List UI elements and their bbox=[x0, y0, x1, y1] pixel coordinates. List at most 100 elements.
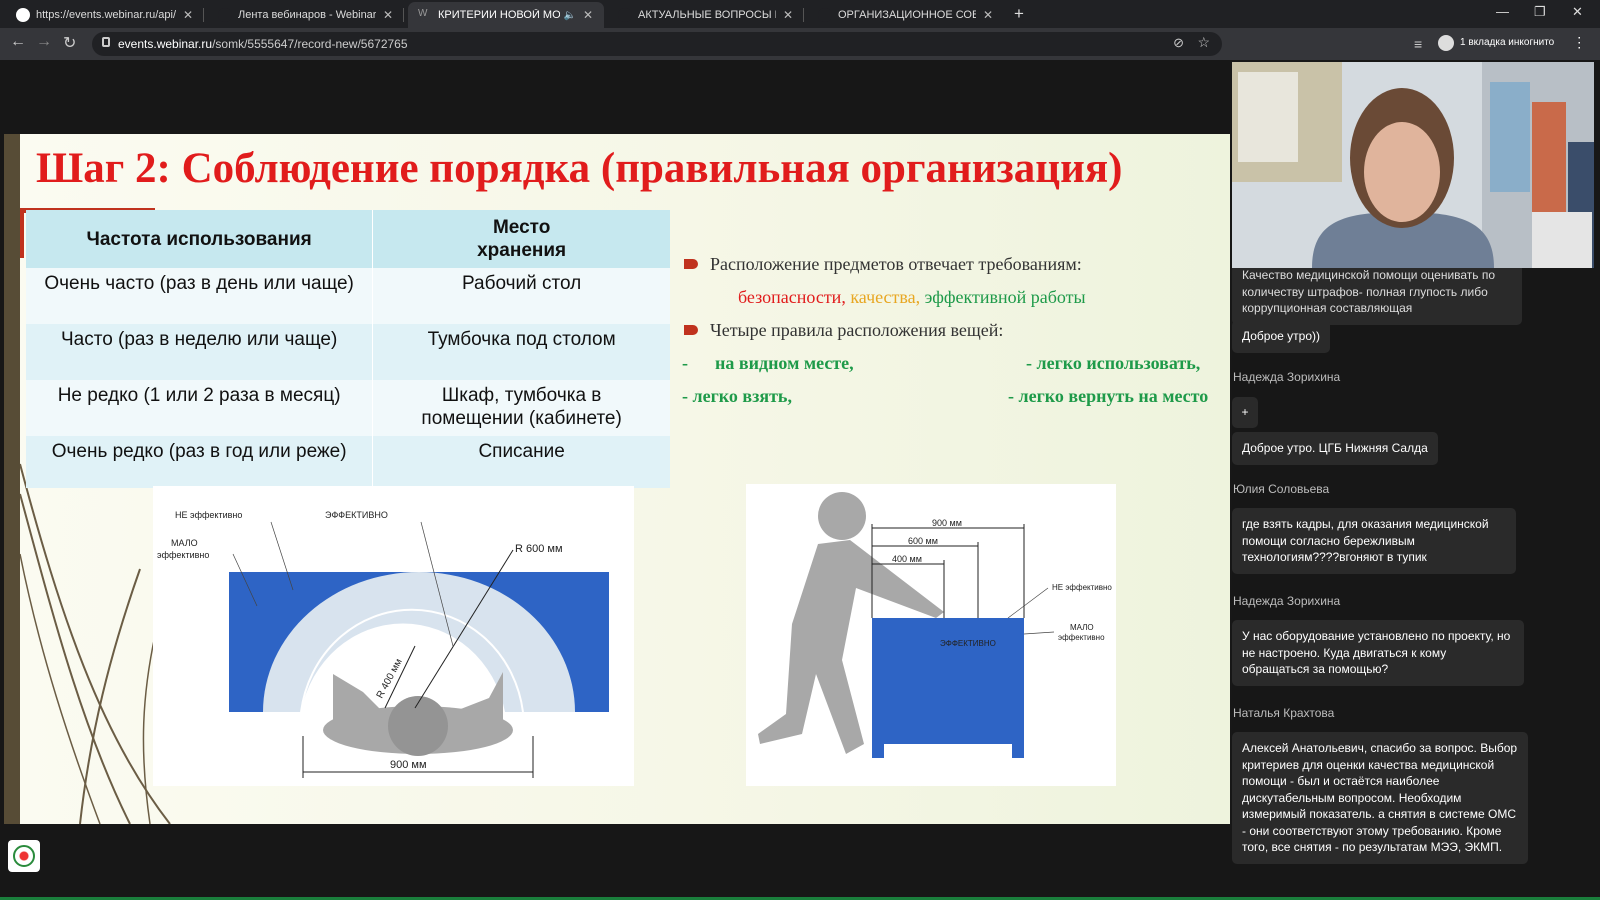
desk-top-view-diagram: 900 мм R 400 мм R 600 мм НЕ эффективно Э… bbox=[153, 486, 634, 786]
chat-author: Наталья Крахтова bbox=[1233, 706, 1335, 720]
incognito-icon bbox=[1438, 34, 1454, 51]
chat-author: Надежда Зорихина bbox=[1233, 594, 1341, 608]
speaker-icon[interactable]: 🔈 bbox=[564, 10, 576, 21]
dim-400-label: 400 мм bbox=[892, 554, 922, 564]
reload-icon[interactable]: ↻ bbox=[63, 33, 76, 53]
url-path: /somk/5555647/record-new/5672765 bbox=[212, 37, 408, 51]
low-effective-label2: эффективно bbox=[157, 550, 209, 560]
rule-easy-return: - легко вернуть на место bbox=[1008, 386, 1209, 406]
chat-message: Доброе утро. ЦГБ Нижняя Салда bbox=[1232, 432, 1438, 465]
not-effective-label: НЕ эффективно bbox=[175, 510, 242, 520]
logo-emblem-icon bbox=[13, 845, 35, 867]
low-effective-label: МАЛО bbox=[171, 538, 198, 548]
bullet-requirements: Расположение предметов отвечает требован… bbox=[684, 254, 1082, 275]
table-cell: Очень часто (раз в день или чаще) bbox=[26, 268, 373, 324]
side-effective-label: ЭФФЕКТИВНО bbox=[940, 639, 996, 648]
media-control-icon[interactable]: ≡ bbox=[1414, 36, 1422, 52]
presentation-slide: Шаг 2: Соблюдение порядка (правильная ор… bbox=[4, 134, 1230, 824]
arrow-bullet-icon bbox=[684, 259, 698, 269]
table-row: Очень часто (раз в день или чаще) Рабочи… bbox=[26, 268, 670, 324]
dim-900-label: 900 мм bbox=[932, 518, 962, 528]
close-tab-icon[interactable]: ✕ bbox=[782, 8, 794, 22]
requirements-list: безопасности, качества, эффективной рабо… bbox=[738, 287, 1086, 308]
player-bottom-area bbox=[0, 824, 1232, 900]
tab-title: ОРГАНИЗАЦИОННОЕ СОБРАН bbox=[838, 9, 976, 21]
side-low-label: МАЛО bbox=[1070, 623, 1094, 632]
chat-message: Доброе утро)) bbox=[1232, 320, 1330, 353]
incognito-label: 1 вкладка инкогнито bbox=[1460, 37, 1555, 48]
address-bar[interactable]: events.webinar.ru/somk/5555647/record-ne… bbox=[92, 32, 1222, 56]
browser-toolbar: ← → ↻ events.webinar.ru/somk/5555647/rec… bbox=[0, 28, 1600, 60]
table-cell: Часто (раз в неделю или чаще) bbox=[26, 324, 373, 380]
desk-side-view-diagram: 900 мм 600 мм 400 мм НЕ эффективно МАЛО … bbox=[746, 484, 1116, 786]
chat-author: Юлия Соловьева bbox=[1233, 482, 1330, 496]
star-icon[interactable]: ☆ bbox=[1197, 34, 1210, 51]
browser-tab[interactable]: ОРГАНИЗАЦИОННОЕ СОБРАН ✕ bbox=[808, 2, 1004, 28]
chat-message: Алексей Анатольевич, спасибо за вопрос. … bbox=[1232, 732, 1528, 864]
arrow-bullet-icon bbox=[684, 325, 698, 335]
webinar-icon: W bbox=[418, 8, 432, 22]
chat-author: Надежда Зорихина bbox=[1233, 370, 1341, 384]
requirement-safety: безопасности, bbox=[738, 287, 846, 307]
table-cell: Очень редко (раз в год или реже) bbox=[26, 436, 373, 488]
table-cell: Тумбочка под столом bbox=[372, 324, 670, 380]
browser-tab-active[interactable]: W КРИТЕРИИ НОВОЙ МОДЕЛ 🔈 ✕ bbox=[408, 2, 604, 28]
forward-icon[interactable]: → bbox=[36, 33, 52, 51]
requirement-quality: качества, bbox=[850, 287, 921, 307]
webinar-icon bbox=[218, 8, 232, 22]
table-cell: Рабочий стол bbox=[372, 268, 670, 324]
title-accent-mark bbox=[20, 208, 24, 258]
width-label: 900 мм bbox=[390, 759, 427, 771]
minimize-icon[interactable]: — bbox=[1496, 4, 1509, 19]
webinar-icon bbox=[618, 8, 632, 22]
browser-tab[interactable]: АКТУАЛЬНЫЕ ВОПРОСЫ ПЕДИ ✕ bbox=[608, 2, 804, 28]
table-cell: Не редко (1 или 2 раза в месяц) bbox=[26, 380, 373, 436]
close-tab-icon[interactable]: ✕ bbox=[582, 8, 594, 22]
column-header: Частота использования bbox=[26, 210, 373, 268]
table-cell: Шкаф, тумбочка в помещении (кабинете) bbox=[372, 380, 670, 436]
speaker-video-frame bbox=[1232, 62, 1594, 268]
back-icon[interactable]: ← bbox=[10, 33, 26, 51]
bullet-rules: Четыре правила расположения вещей: bbox=[684, 320, 1003, 341]
restore-icon[interactable]: ❐ bbox=[1534, 4, 1546, 20]
incognito-badge[interactable]: 1 вкладка инкогнито ⋮ bbox=[1438, 34, 1586, 51]
dim-600-label: 600 мм bbox=[908, 536, 938, 546]
effective-label: ЭФФЕКТИВНО bbox=[325, 510, 388, 520]
radius-600-label: R 600 мм bbox=[515, 543, 563, 555]
close-tab-icon[interactable]: ✕ bbox=[382, 8, 394, 22]
chat-panel[interactable]: Качество медицинской помощи оценивать по… bbox=[1232, 268, 1600, 898]
chat-message: Качество медицинской помощи оценивать по… bbox=[1232, 268, 1522, 325]
globe-icon bbox=[16, 8, 30, 22]
chat-message: где взять кадры, для оказания медицинско… bbox=[1232, 508, 1516, 574]
slide-title: Шаг 2: Соблюдение порядка (правильная ор… bbox=[36, 145, 1123, 192]
browser-tab[interactable]: https://events.webinar.ru/api/log ✕ bbox=[6, 2, 204, 28]
close-tab-icon[interactable]: ✕ bbox=[182, 8, 194, 22]
webinar-icon bbox=[818, 8, 832, 22]
table-row: Часто (раз в неделю или чаще) Тумбочка п… bbox=[26, 324, 670, 380]
table-header-row: Частота использования Место хранения bbox=[26, 210, 670, 268]
eye-off-icon[interactable]: ⊘ bbox=[1173, 35, 1184, 51]
browser-tab[interactable]: Лента вебинаров - Webinar ✕ bbox=[208, 2, 404, 28]
menu-icon[interactable]: ⋮ bbox=[1572, 34, 1586, 51]
speaker-video[interactable] bbox=[1232, 62, 1594, 268]
table-row: Не редко (1 или 2 раза в месяц) Шкаф, ту… bbox=[26, 380, 670, 436]
column-header: Место хранения bbox=[372, 210, 670, 268]
side-not-effective-label: НЕ эффективно bbox=[1052, 583, 1112, 592]
chat-message: У нас оборудование установлено по проект… bbox=[1232, 620, 1524, 686]
url-host: events.webinar.ru bbox=[118, 37, 213, 51]
new-tab-button[interactable]: + bbox=[1014, 4, 1024, 24]
close-tab-icon[interactable]: ✕ bbox=[982, 8, 994, 22]
close-window-icon[interactable]: ✕ bbox=[1572, 4, 1583, 20]
lock-icon bbox=[102, 37, 110, 47]
table-cell: Списание bbox=[372, 436, 670, 488]
tab-title: https://events.webinar.ru/api/log bbox=[36, 9, 176, 21]
chat-message: + bbox=[1232, 397, 1258, 428]
browser-tab-strip: https://events.webinar.ru/api/log ✕ Лент… bbox=[0, 0, 1600, 28]
rule-easy-take: - легко взять, bbox=[682, 386, 792, 406]
table-row: Очень редко (раз в год или реже) Списани… bbox=[26, 436, 670, 488]
requirement-efficiency: эффективной работы bbox=[924, 287, 1086, 307]
side-low-label2: эффективно bbox=[1058, 633, 1105, 642]
rule-visible: - на видном месте, bbox=[682, 353, 854, 373]
rule-easy-use: - легко использовать, bbox=[1026, 353, 1201, 373]
storage-frequency-table: Частота использования Место хранения Оче… bbox=[26, 210, 670, 488]
